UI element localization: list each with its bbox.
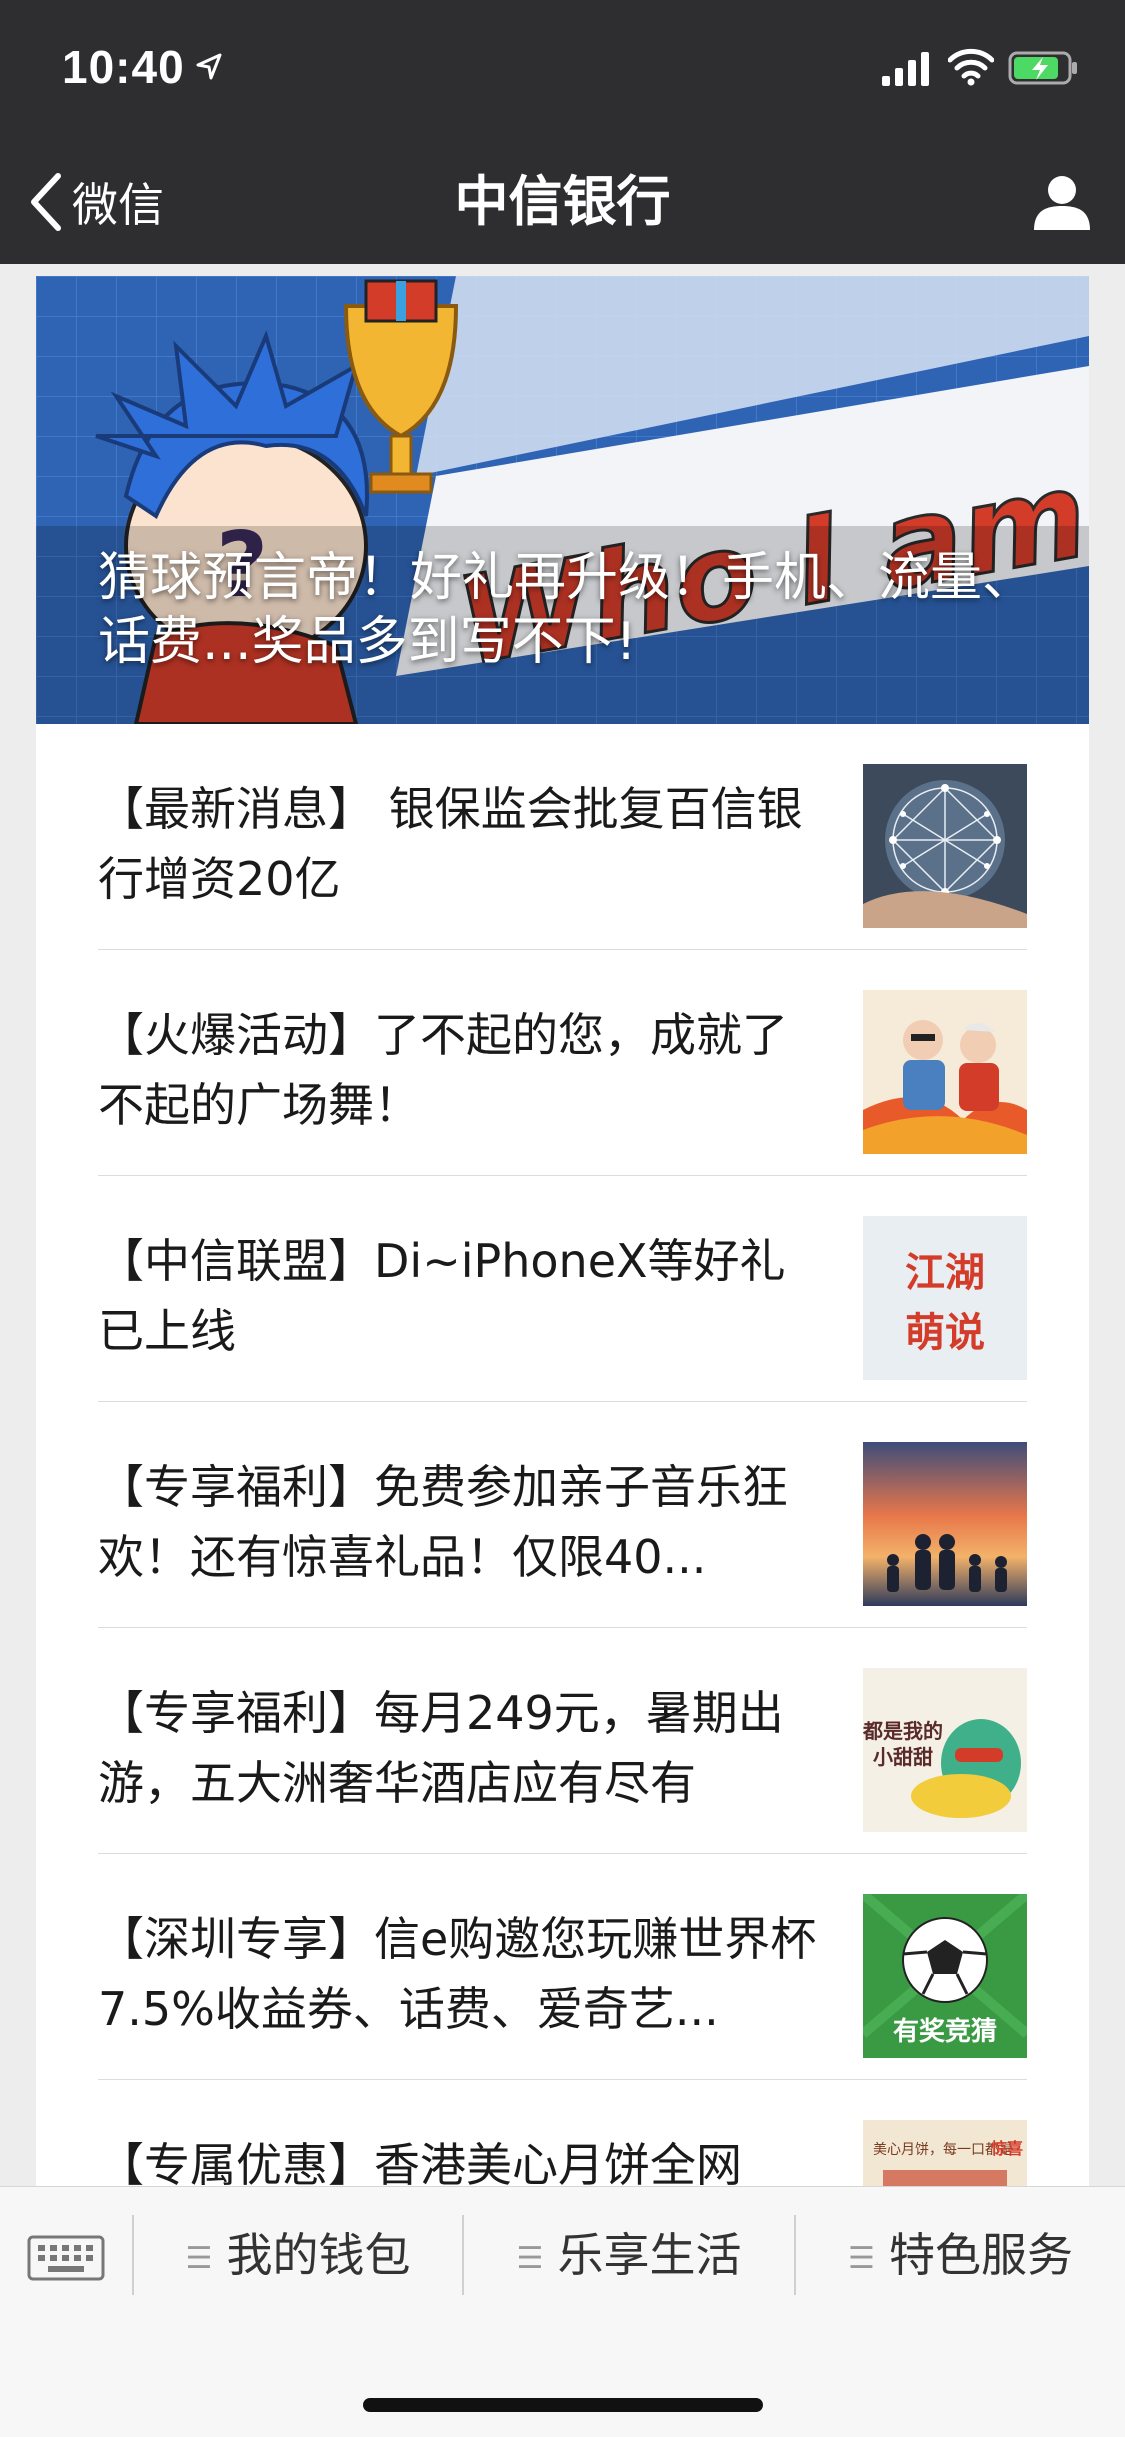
menu-list-icon: ☰ <box>185 2240 213 2276</box>
article-list: 【最新消息】 银保监会批复百信银行增资20亿 【火爆活动】了不起的您，成就了不起… <box>36 724 1089 2186</box>
banner-title: 猜球预言帝！好礼再升级！手机、流量、话费...奖品多到写不下! <box>98 548 1035 672</box>
article-thumbnail <box>863 764 1027 928</box>
article-title: 【中信联盟】Di~iPhoneX等好礼已上线 <box>98 1234 786 1358</box>
signal-icon <box>882 52 929 86</box>
location-arrow-icon <box>196 53 222 80</box>
article-thumbnail: 有奖竞猜 <box>863 1894 1027 2058</box>
list-item[interactable]: 【深圳专享】信e购邀您玩赚世界杯 7.5%收益券、话费、爱奇艺... 有奖竞猜 <box>98 1854 1027 2080</box>
menu-my-wallet[interactable]: ☰ 我的钱包 <box>134 2209 462 2301</box>
article-thumbnail: 美心月饼，每一口都是 惊喜 <box>863 2120 1027 2186</box>
football-quiz-image: 有奖竞猜 <box>863 1894 1027 2058</box>
navigation-bar: 微信 中信银行 <box>0 140 1125 264</box>
mooncake-ad-image: 美心月饼，每一口都是 惊喜 <box>863 2120 1027 2186</box>
svg-text:都是我的: 都是我的 <box>863 1719 943 1743</box>
article-thumbnail <box>863 1442 1027 1606</box>
article-thumbnail: 都是我的 小甜甜 <box>863 1668 1027 1832</box>
page-title: 中信银行 <box>454 170 671 233</box>
menu-featured-services[interactable]: ☰ 特色服务 <box>796 2209 1125 2301</box>
menu-list-icon: ☰ <box>516 2240 544 2276</box>
svg-text:有奖竞猜: 有奖竞猜 <box>893 2016 997 2047</box>
menu-enjoy-life[interactable]: ☰ 乐享生活 <box>464 2209 794 2301</box>
svg-text:江湖: 江湖 <box>905 1250 985 1296</box>
list-item[interactable]: 【中信联盟】Di~iPhoneX等好礼已上线 江湖 萌说 <box>98 1176 1027 1402</box>
status-time: 10:40 <box>62 41 185 93</box>
article-title: 【专属优惠】香港美心月饼全网 <box>98 2138 742 2186</box>
status-bar: 10:40 <box>0 0 1125 140</box>
list-item[interactable]: 【专享福利】每月249元，暑期出游，五大洲奢华酒店应有尽有 都是我的 小甜甜 <box>98 1628 1027 1854</box>
battery-charging-icon <box>1008 51 1077 85</box>
list-item[interactable]: 【专属优惠】香港美心月饼全网 美心月饼，每一口都是 惊喜 <box>98 2080 1027 2186</box>
article-title: 【专享福利】免费参加亲子音乐狂欢！还有惊喜礼品！仅限40... <box>98 1460 788 1584</box>
article-thumbnail <box>863 990 1027 1154</box>
list-item[interactable]: 【火爆活动】了不起的您，成就了不起的广场舞！ <box>98 950 1027 1176</box>
article-feed: Who I am ? ? 猜球预言帝！好礼再升级！手机、流量、话费...奖品多到… <box>36 276 1089 2186</box>
menu-item-label: 乐享生活 <box>557 2228 742 2282</box>
cartoon-sweet-image: 都是我的 小甜甜 <box>863 1668 1027 1832</box>
menu-item-label: 我的钱包 <box>226 2228 411 2282</box>
list-item[interactable]: 【最新消息】 银保监会批复百信银行增资20亿 <box>98 724 1027 950</box>
jianghu-image: 江湖 萌说 <box>863 1216 1027 1380</box>
dancing-seniors-image <box>863 990 1027 1154</box>
svg-text:萌说: 萌说 <box>905 1310 985 1356</box>
family-sunset-image <box>863 1442 1027 1606</box>
menu-item-label: 特色服务 <box>888 2228 1073 2282</box>
wifi-icon <box>948 48 994 86</box>
banner-article[interactable]: Who I am ? ? 猜球预言帝！好礼再升级！手机、流量、话费...奖品多到… <box>36 276 1089 724</box>
svg-text:小甜甜: 小甜甜 <box>873 1745 933 1769</box>
article-title: 【深圳专享】信e购邀您玩赚世界杯 7.5%收益券、话费、爱奇艺... <box>98 1912 817 2036</box>
profile-icon[interactable] <box>1029 168 1095 234</box>
home-indicator[interactable] <box>363 2398 763 2412</box>
article-title: 【最新消息】 银保监会批复百信银行增资20亿 <box>98 782 803 906</box>
keyboard-icon[interactable] <box>26 2225 106 2285</box>
article-title: 【专享福利】每月249元，暑期出游，五大洲奢华酒店应有尽有 <box>98 1686 784 1810</box>
network-globe-image <box>863 764 1027 928</box>
article-title: 【火爆活动】了不起的您，成就了不起的广场舞！ <box>98 1008 788 1132</box>
menu-list-icon: ☰ <box>848 2240 875 2276</box>
list-item[interactable]: 【专享福利】免费参加亲子音乐狂欢！还有惊喜礼品！仅限40... <box>98 1402 1027 1628</box>
svg-text:惊喜: 惊喜 <box>991 2139 1023 2158</box>
article-thumbnail: 江湖 萌说 <box>863 1216 1027 1380</box>
